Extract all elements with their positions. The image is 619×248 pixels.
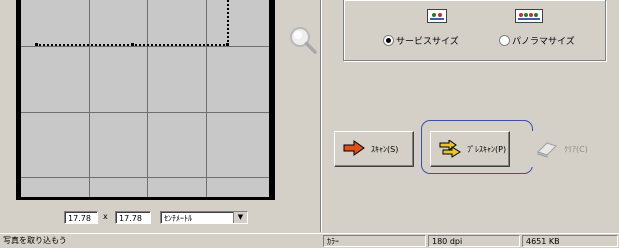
print-size-group: サービスサイズ パノラマサイズ: [343, 0, 606, 61]
scan-button-label: ｽｷｬﾝ(S): [371, 145, 399, 154]
status-bar: 写真を取り込もう ｶﾗｰ 180 dpi 4651 KB: [0, 233, 619, 248]
service-size-radio[interactable]: [383, 35, 394, 46]
unit-select-value: ｾﾝﾁﾒｰﾄﾙ: [164, 214, 192, 223]
crop-handle[interactable]: [131, 43, 134, 46]
scan-button[interactable]: ｽｷｬﾝ(S): [334, 131, 414, 167]
double-arrow-icon: [439, 140, 461, 158]
preview-frame: [16, 0, 275, 200]
clear-button-label: ｸﾘｱ(C): [564, 145, 588, 154]
status-resolution: 180 dpi: [428, 235, 520, 247]
crop-handle[interactable]: [226, 43, 229, 46]
panorama-size-label: パノラマサイズ: [512, 37, 575, 47]
panorama-size-thumbnail: [515, 9, 543, 23]
crop-handle[interactable]: [35, 43, 38, 46]
width-input[interactable]: 17.78: [64, 211, 98, 224]
status-color-mode: ｶﾗｰ: [323, 235, 426, 247]
dimension-separator: x: [103, 212, 108, 221]
prescan-button[interactable]: ﾌﾟﾚｽｷｬﾝ(P): [430, 131, 510, 167]
prescan-button-label: ﾌﾟﾚｽｷｬﾝ(P): [467, 145, 507, 154]
panel-divider: [320, 0, 322, 232]
status-file-size: 4651 KB: [522, 235, 618, 247]
arrow-right-icon: [343, 140, 365, 156]
eraser-icon: [537, 142, 557, 158]
status-message: 写真を取り込もう: [3, 236, 67, 245]
height-input[interactable]: 17.78: [115, 211, 151, 224]
preview-canvas[interactable]: [21, 0, 269, 197]
service-size-thumbnail: [427, 9, 447, 23]
clear-button[interactable]: ｸﾘｱ(C): [527, 131, 607, 167]
panorama-size-radio[interactable]: [499, 35, 510, 46]
crop-frame-right[interactable]: [227, 0, 229, 46]
service-size-label: サービスサイズ: [396, 37, 459, 47]
unit-select[interactable]: ｾﾝﾁﾒｰﾄﾙ ▼: [160, 211, 248, 224]
chevron-down-icon[interactable]: ▼: [233, 212, 247, 223]
magnifier-icon[interactable]: [288, 25, 318, 55]
